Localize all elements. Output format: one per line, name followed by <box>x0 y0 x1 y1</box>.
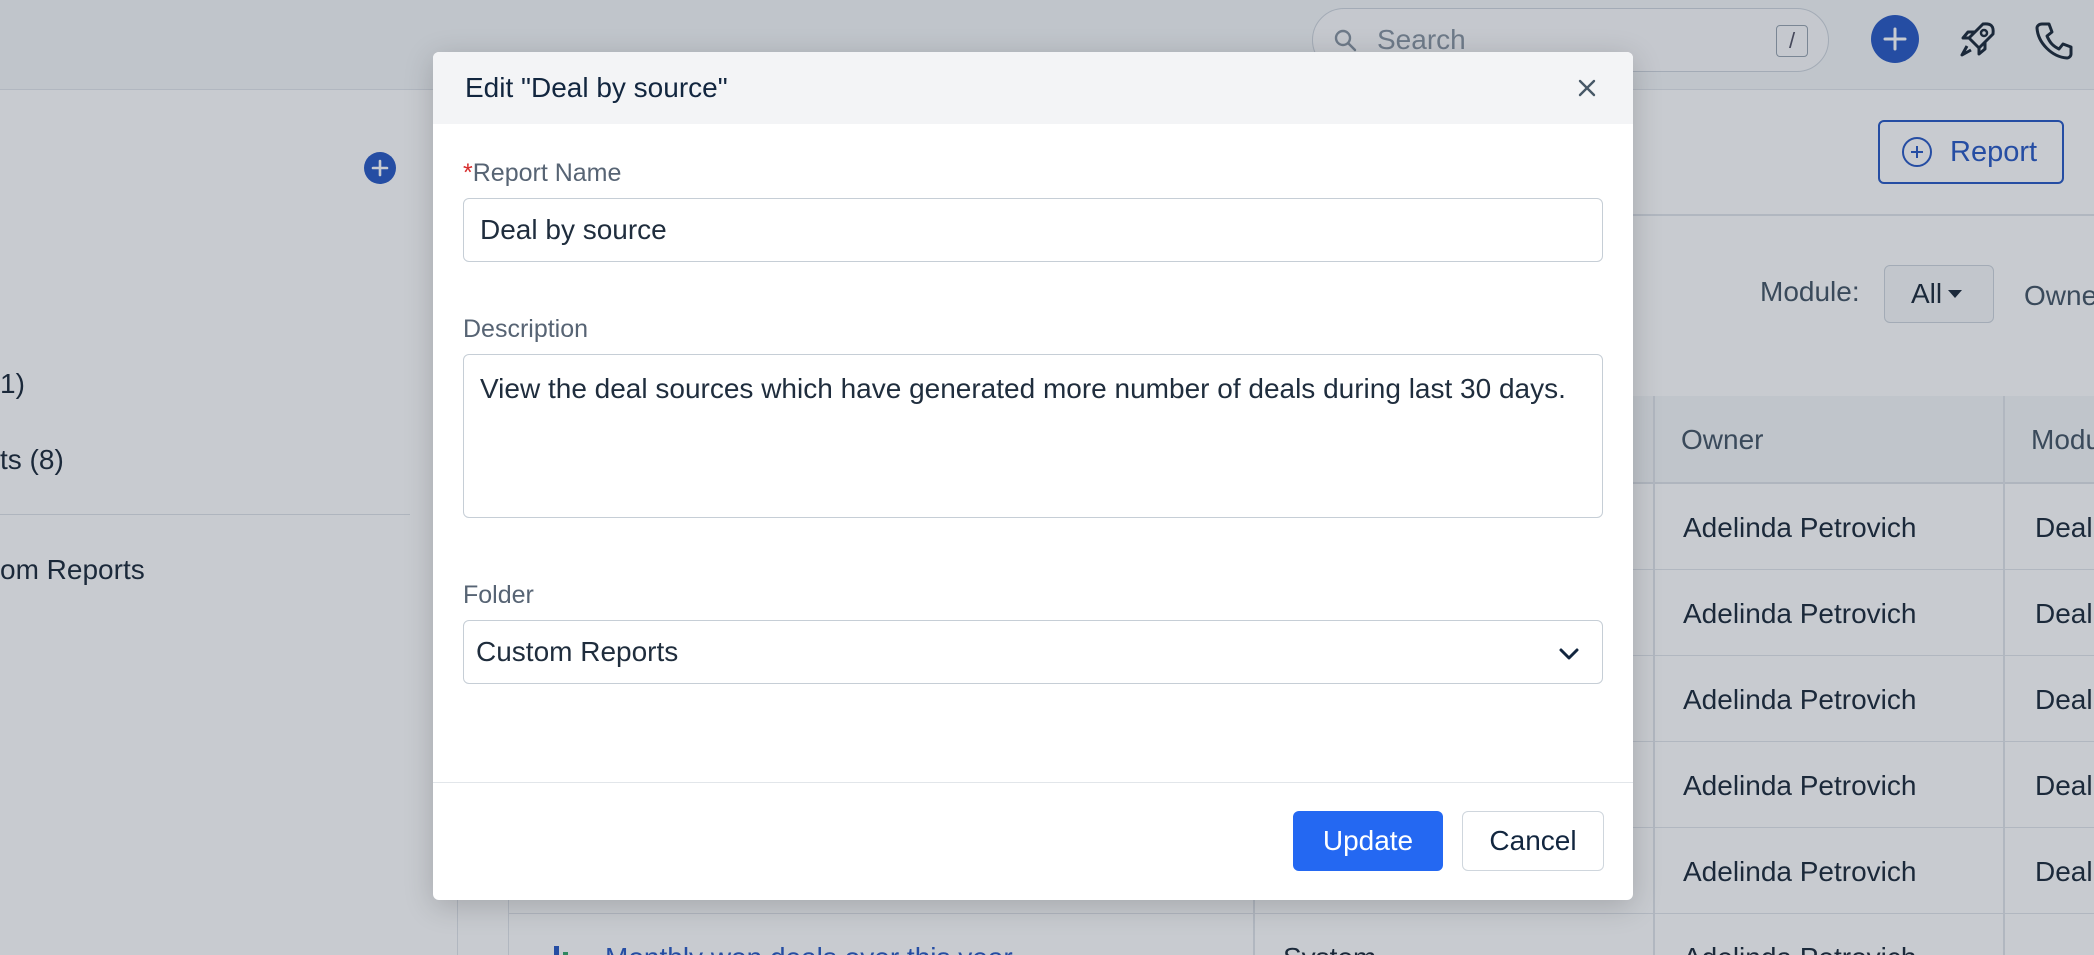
update-button[interactable]: Update <box>1293 811 1443 871</box>
close-button[interactable] <box>1573 74 1601 102</box>
dialog-footer: Update Cancel <box>433 782 1633 900</box>
report-name-input[interactable] <box>463 198 1603 262</box>
dialog-header: Edit "Deal by source" <box>433 52 1633 124</box>
description-textarea[interactable]: View the deal sources which have generat… <box>463 354 1603 518</box>
description-label: Description <box>463 315 589 343</box>
chevron-down-icon <box>1559 648 1579 660</box>
close-icon <box>1578 79 1596 97</box>
folder-select[interactable]: Custom Reports <box>463 620 1603 684</box>
required-mark: * <box>463 159 473 187</box>
cancel-button[interactable]: Cancel <box>1462 811 1604 871</box>
folder-value: Custom Reports <box>476 636 679 667</box>
report-name-label: *Report Name <box>463 159 622 187</box>
folder-label: Folder <box>463 581 534 609</box>
dialog-title: Edit "Deal by source" <box>465 72 728 103</box>
edit-report-dialog: Edit "Deal by source" *Report Name Descr… <box>433 52 1633 900</box>
